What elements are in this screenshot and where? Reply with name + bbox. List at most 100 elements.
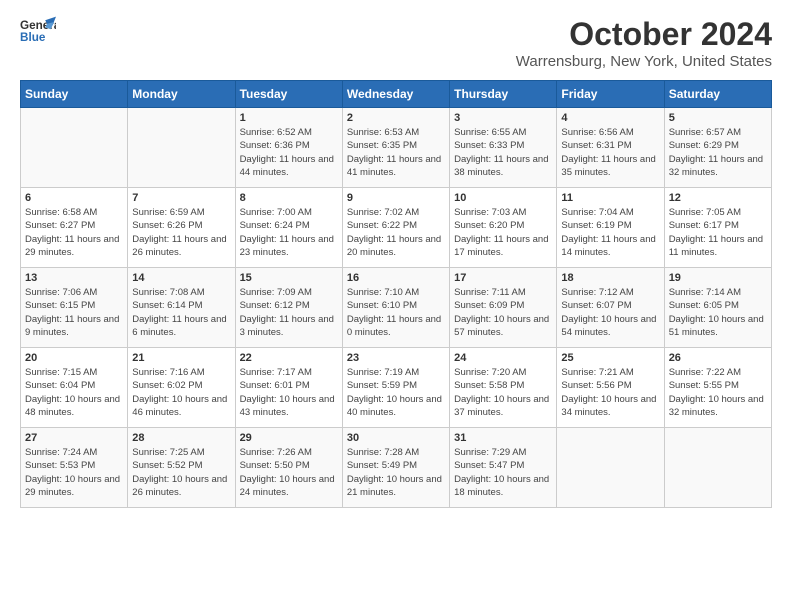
day-header-sunday: Sunday (21, 81, 128, 108)
cell-sun-info: Sunrise: 7:06 AM Sunset: 6:15 PM Dayligh… (25, 286, 123, 339)
calendar-cell: 23 Sunrise: 7:19 AM Sunset: 5:59 PM Dayli… (342, 348, 449, 428)
day-number: 21 (132, 352, 230, 364)
calendar-cell: 27Sunrise: 7:24 AM Sunset: 5:53 PM Dayli… (21, 428, 128, 508)
week-row-4: 20 Sunrise: 7:15 AM Sunset: 6:04 PM Dayli… (21, 348, 772, 428)
cell-sun-info: Sunrise: 7:20 AM Sunset: 5:58 PM Dayligh… (454, 366, 552, 419)
cell-sun-info: Sunrise: 7:00 AM Sunset: 6:24 PM Dayligh… (240, 206, 338, 259)
calendar-cell: 1 Sunrise: 6:52 AM Sunset: 6:36 PM Daylig… (235, 108, 342, 188)
week-row-5: 27Sunrise: 7:24 AM Sunset: 5:53 PM Dayli… (21, 428, 772, 508)
day-number: 6 (25, 192, 123, 204)
cell-sun-info: Sunrise: 7:02 AM Sunset: 6:22 PM Dayligh… (347, 206, 445, 259)
calendar-cell: 2 Sunrise: 6:53 AM Sunset: 6:35 PM Daylig… (342, 108, 449, 188)
day-number: 4 (561, 112, 659, 124)
cell-sun-info: Sunrise: 7:21 AM Sunset: 5:56 PM Dayligh… (561, 366, 659, 419)
calendar-cell: 28 Sunrise: 7:25 AM Sunset: 5:52 PM Dayli… (128, 428, 235, 508)
day-number: 1 (240, 112, 338, 124)
day-number: 13 (25, 272, 123, 284)
cell-sun-info: Sunrise: 7:11 AM Sunset: 6:09 PM Dayligh… (454, 286, 552, 339)
day-number: 3 (454, 112, 552, 124)
calendar-cell (557, 428, 664, 508)
calendar-cell: 29 Sunrise: 7:26 AM Sunset: 5:50 PM Dayli… (235, 428, 342, 508)
day-number: 8 (240, 192, 338, 204)
day-number: 7 (132, 192, 230, 204)
calendar-cell: 6 Sunrise: 6:58 AM Sunset: 6:27 PM Daylig… (21, 188, 128, 268)
day-number: 12 (669, 192, 767, 204)
day-number: 23 (347, 352, 445, 364)
day-number: 27 (25, 432, 123, 444)
calendar-cell: 8 Sunrise: 7:00 AM Sunset: 6:24 PM Daylig… (235, 188, 342, 268)
cell-sun-info: Sunrise: 7:17 AM Sunset: 6:01 PM Dayligh… (240, 366, 338, 419)
day-number: 28 (132, 432, 230, 444)
svg-text:Blue: Blue (20, 31, 46, 44)
day-number: 24 (454, 352, 552, 364)
cell-sun-info: Sunrise: 6:52 AM Sunset: 6:36 PM Dayligh… (240, 126, 338, 179)
calendar-cell: 10 Sunrise: 7:03 AM Sunset: 6:20 PM Dayli… (450, 188, 557, 268)
cell-sun-info: Sunrise: 6:58 AM Sunset: 6:27 PM Dayligh… (25, 206, 123, 259)
day-number: 9 (347, 192, 445, 204)
cell-sun-info: Sunrise: 7:03 AM Sunset: 6:20 PM Dayligh… (454, 206, 552, 259)
day-number: 29 (240, 432, 338, 444)
calendar-cell: 21 Sunrise: 7:16 AM Sunset: 6:02 PM Dayli… (128, 348, 235, 428)
calendar-cell: 17 Sunrise: 7:11 AM Sunset: 6:09 PM Dayli… (450, 268, 557, 348)
day-number: 18 (561, 272, 659, 284)
cell-sun-info: Sunrise: 7:28 AM Sunset: 5:49 PM Dayligh… (347, 446, 445, 499)
calendar-cell: 11 Sunrise: 7:04 AM Sunset: 6:19 PM Dayli… (557, 188, 664, 268)
day-header-friday: Friday (557, 81, 664, 108)
cell-sun-info: Sunrise: 6:55 AM Sunset: 6:33 PM Dayligh… (454, 126, 552, 179)
week-row-1: 1 Sunrise: 6:52 AM Sunset: 6:36 PM Daylig… (21, 108, 772, 188)
calendar-cell: 5Sunrise: 6:57 AM Sunset: 6:29 PM Daylig… (664, 108, 771, 188)
month-title: October 2024 (516, 16, 772, 53)
calendar-cell: 31 Sunrise: 7:29 AM Sunset: 5:47 PM Dayli… (450, 428, 557, 508)
cell-sun-info: Sunrise: 7:26 AM Sunset: 5:50 PM Dayligh… (240, 446, 338, 499)
cell-sun-info: Sunrise: 6:56 AM Sunset: 6:31 PM Dayligh… (561, 126, 659, 179)
title-area: October 2024 Warrensburg, New York, Unit… (516, 16, 772, 70)
calendar-cell: 12 Sunrise: 7:05 AM Sunset: 6:17 PM Dayli… (664, 188, 771, 268)
day-header-wednesday: Wednesday (342, 81, 449, 108)
day-number: 30 (347, 432, 445, 444)
calendar-cell: 14 Sunrise: 7:08 AM Sunset: 6:14 PM Dayli… (128, 268, 235, 348)
header: General Blue October 2024 Warrensburg, N… (20, 16, 772, 70)
calendar-cell (21, 108, 128, 188)
calendar-cell: 3 Sunrise: 6:55 AM Sunset: 6:33 PM Daylig… (450, 108, 557, 188)
cell-sun-info: Sunrise: 7:12 AM Sunset: 6:07 PM Dayligh… (561, 286, 659, 339)
calendar-cell: 4 Sunrise: 6:56 AM Sunset: 6:31 PM Daylig… (557, 108, 664, 188)
cell-sun-info: Sunrise: 6:53 AM Sunset: 6:35 PM Dayligh… (347, 126, 445, 179)
week-row-2: 6 Sunrise: 6:58 AM Sunset: 6:27 PM Daylig… (21, 188, 772, 268)
week-row-3: 13 Sunrise: 7:06 AM Sunset: 6:15 PM Dayli… (21, 268, 772, 348)
day-number: 31 (454, 432, 552, 444)
cell-sun-info: Sunrise: 7:14 AM Sunset: 6:05 PM Dayligh… (669, 286, 767, 339)
day-number: 22 (240, 352, 338, 364)
day-header-thursday: Thursday (450, 81, 557, 108)
cell-sun-info: Sunrise: 7:09 AM Sunset: 6:12 PM Dayligh… (240, 286, 338, 339)
location-title: Warrensburg, New York, United States (516, 53, 772, 70)
day-number: 10 (454, 192, 552, 204)
cell-sun-info: Sunrise: 7:29 AM Sunset: 5:47 PM Dayligh… (454, 446, 552, 499)
day-number: 20 (25, 352, 123, 364)
calendar-cell: 26Sunrise: 7:22 AM Sunset: 5:55 PM Dayli… (664, 348, 771, 428)
calendar-table: SundayMondayTuesdayWednesdayThursdayFrid… (20, 80, 772, 508)
calendar-cell: 15Sunrise: 7:09 AM Sunset: 6:12 PM Dayli… (235, 268, 342, 348)
cell-sun-info: Sunrise: 7:15 AM Sunset: 6:04 PM Dayligh… (25, 366, 123, 419)
calendar-cell: 18 Sunrise: 7:12 AM Sunset: 6:07 PM Dayli… (557, 268, 664, 348)
day-number: 14 (132, 272, 230, 284)
cell-sun-info: Sunrise: 7:25 AM Sunset: 5:52 PM Dayligh… (132, 446, 230, 499)
calendar-cell: 7 Sunrise: 6:59 AM Sunset: 6:26 PM Daylig… (128, 188, 235, 268)
cell-sun-info: Sunrise: 6:59 AM Sunset: 6:26 PM Dayligh… (132, 206, 230, 259)
day-number: 17 (454, 272, 552, 284)
logo: General Blue (20, 16, 56, 46)
day-number: 25 (561, 352, 659, 364)
cell-sun-info: Sunrise: 7:10 AM Sunset: 6:10 PM Dayligh… (347, 286, 445, 339)
day-number: 11 (561, 192, 659, 204)
calendar-cell (664, 428, 771, 508)
day-number: 2 (347, 112, 445, 124)
cell-sun-info: Sunrise: 7:08 AM Sunset: 6:14 PM Dayligh… (132, 286, 230, 339)
calendar-cell (128, 108, 235, 188)
calendar-cell: 9 Sunrise: 7:02 AM Sunset: 6:22 PM Daylig… (342, 188, 449, 268)
cell-sun-info: Sunrise: 7:04 AM Sunset: 6:19 PM Dayligh… (561, 206, 659, 259)
day-header-tuesday: Tuesday (235, 81, 342, 108)
cell-sun-info: Sunrise: 7:19 AM Sunset: 5:59 PM Dayligh… (347, 366, 445, 419)
cell-sun-info: Sunrise: 7:16 AM Sunset: 6:02 PM Dayligh… (132, 366, 230, 419)
cell-sun-info: Sunrise: 7:05 AM Sunset: 6:17 PM Dayligh… (669, 206, 767, 259)
calendar-cell: 22 Sunrise: 7:17 AM Sunset: 6:01 PM Dayli… (235, 348, 342, 428)
day-number: 26 (669, 352, 767, 364)
